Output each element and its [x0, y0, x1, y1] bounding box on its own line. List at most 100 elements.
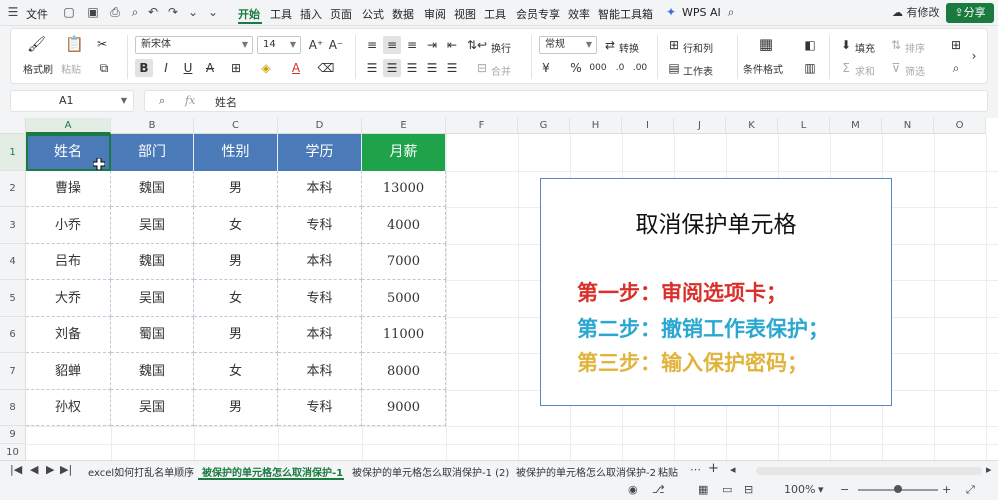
table-cell[interactable]: 本科	[278, 353, 362, 390]
wps-ai-icon[interactable]: ✦	[664, 5, 678, 19]
row-header[interactable]: 10	[0, 444, 26, 460]
name-box[interactable]: A1 ▼	[10, 90, 134, 112]
table-cell[interactable]: 男	[194, 390, 278, 426]
formula-input[interactable]: ⌕ fx 姓名	[144, 90, 988, 112]
table-cell[interactable]: 貂蝉	[26, 353, 111, 390]
new-document-icon[interactable]: ▢	[62, 5, 76, 19]
row-header[interactable]: 3	[0, 207, 26, 244]
table-cell[interactable]: 小乔	[26, 207, 111, 244]
column-header[interactable]: D	[278, 118, 362, 134]
tab-data[interactable]: 数据	[392, 6, 414, 22]
column-header[interactable]: J	[674, 118, 726, 134]
convert-label[interactable]: 转换	[619, 40, 639, 55]
font-size-select[interactable]: 14 ▼	[257, 36, 301, 54]
format-painter-label[interactable]: 格式刷	[23, 61, 53, 76]
table-cell[interactable]: 女	[194, 280, 278, 317]
fill-color-icon[interactable]: ◈	[257, 59, 275, 77]
column-header[interactable]: L	[778, 118, 830, 134]
sheet-tab[interactable]: 被保护的单元格怎么取消保护-1 (2)	[352, 464, 509, 479]
decrease-decimal-icon[interactable]: .00	[631, 59, 649, 77]
table-cell[interactable]: 大乔	[26, 280, 111, 317]
decrease-font-icon[interactable]: A⁻	[327, 36, 345, 54]
row-header[interactable]: 4	[0, 244, 26, 280]
column-header[interactable]: I	[622, 118, 674, 134]
table-header-cell[interactable]: 月薪	[362, 134, 446, 171]
table-cell[interactable]: 13000	[362, 171, 446, 207]
cell-style-icon[interactable]: ◧	[801, 36, 819, 54]
select-all-corner[interactable]	[0, 118, 26, 134]
table-style-icon[interactable]: ▥	[801, 59, 819, 77]
row-header[interactable]: 9	[0, 426, 26, 444]
table-cell[interactable]: 11000	[362, 317, 446, 353]
sheet-tab[interactable]: 被保护的单元格怎么取消保护-2	[516, 464, 656, 479]
more-sheets-icon[interactable]: ⋯	[690, 463, 701, 476]
share-button[interactable]: ⇪分享	[946, 3, 994, 23]
filter-label[interactable]: 筛选	[905, 63, 925, 78]
row-header[interactable]: 5	[0, 280, 26, 317]
format-painter-icon[interactable]: 🖌	[27, 35, 46, 53]
table-header-cell[interactable]: 部门	[111, 134, 194, 171]
first-sheet-icon[interactable]: |◀	[10, 463, 22, 476]
table-cell[interactable]: 蜀国	[111, 317, 194, 353]
page-layout-icon[interactable]: ▭	[722, 483, 732, 496]
column-header[interactable]: O	[934, 118, 986, 134]
table-cell[interactable]: 5000	[362, 280, 446, 317]
column-header[interactable]: N	[882, 118, 934, 134]
row-header[interactable]: 8	[0, 390, 26, 426]
column-header[interactable]: B	[111, 118, 194, 134]
last-sheet-icon[interactable]: ▶|	[60, 463, 72, 476]
align-middle-icon[interactable]: ≡	[383, 36, 401, 54]
modify-status[interactable]: ☁ 有修改	[892, 4, 940, 22]
zoom-slider-thumb[interactable]	[894, 485, 902, 493]
zoom-level[interactable]: 100%	[784, 483, 815, 496]
scroll-left-icon[interactable]: ◂	[730, 463, 736, 476]
tab-tools[interactable]: 工具	[270, 6, 292, 22]
instruction-textbox[interactable]: 取消保护单元格 第一步：审阅选项卡； 第二步：撤销工作表保护； 第三步：输入保护…	[540, 178, 892, 406]
row-col-label[interactable]: 行和列	[683, 40, 713, 55]
justify-icon[interactable]: ☰	[423, 59, 441, 77]
zoom-in-icon[interactable]: +	[942, 483, 951, 496]
fx-icon[interactable]: fx	[185, 94, 195, 107]
table-header-cell[interactable]: 性别	[194, 134, 278, 171]
increase-font-icon[interactable]: A⁺	[307, 36, 325, 54]
table-cell[interactable]: 7000	[362, 244, 446, 280]
sheet-tab[interactable]: excel如何打乱名单顺序	[88, 464, 194, 479]
table-cell[interactable]: 孙权	[26, 390, 111, 426]
find-icon[interactable]: ⌕	[947, 59, 965, 77]
table-cell[interactable]: 曹操	[26, 171, 111, 207]
row-header[interactable]: 6	[0, 317, 26, 353]
italic-button[interactable]: I	[157, 59, 175, 77]
column-header[interactable]: H	[570, 118, 622, 134]
prev-sheet-icon[interactable]: ◀	[30, 463, 38, 476]
tab-formula[interactable]: 公式	[362, 6, 384, 22]
horizontal-scrollbar[interactable]	[756, 467, 982, 475]
sheet-tab[interactable]: 粘贴	[658, 464, 678, 479]
sort-label[interactable]: 排序	[905, 40, 925, 55]
table-cell[interactable]: 吴国	[111, 207, 194, 244]
column-header[interactable]: A	[26, 118, 111, 134]
merge-label[interactable]: 合并	[491, 63, 511, 78]
bold-button[interactable]: B	[135, 59, 153, 77]
table-cell[interactable]: 魏国	[111, 244, 194, 280]
column-header[interactable]: C	[194, 118, 278, 134]
table-cell[interactable]: 男	[194, 317, 278, 353]
add-sheet-icon[interactable]: +	[708, 461, 719, 476]
table-cell[interactable]: 本科	[278, 244, 362, 280]
filter-icon[interactable]: ⊽	[887, 59, 905, 77]
table-cell[interactable]: 专科	[278, 280, 362, 317]
column-header[interactable]: F	[446, 118, 518, 134]
cut-icon[interactable]: ✂	[93, 35, 111, 53]
row-header[interactable]: 2	[0, 171, 26, 207]
fill-icon[interactable]: ⬇	[837, 36, 855, 54]
wps-ai-button[interactable]: WPS AI	[682, 6, 721, 19]
file-menu[interactable]: 文件	[26, 6, 48, 22]
table-cell[interactable]: 专科	[278, 207, 362, 244]
chevron-right-icon[interactable]: ›	[965, 47, 983, 65]
increase-decimal-icon[interactable]: .0	[611, 59, 629, 77]
collaborate-icon[interactable]: ⎇	[652, 483, 665, 496]
tab-review[interactable]: 审阅	[424, 6, 446, 22]
fill-label[interactable]: 填充	[855, 40, 875, 55]
wrap-label[interactable]: 换行	[491, 40, 511, 55]
table-cell[interactable]: 4000	[362, 207, 446, 244]
table-header-cell[interactable]: 学历	[278, 134, 362, 171]
